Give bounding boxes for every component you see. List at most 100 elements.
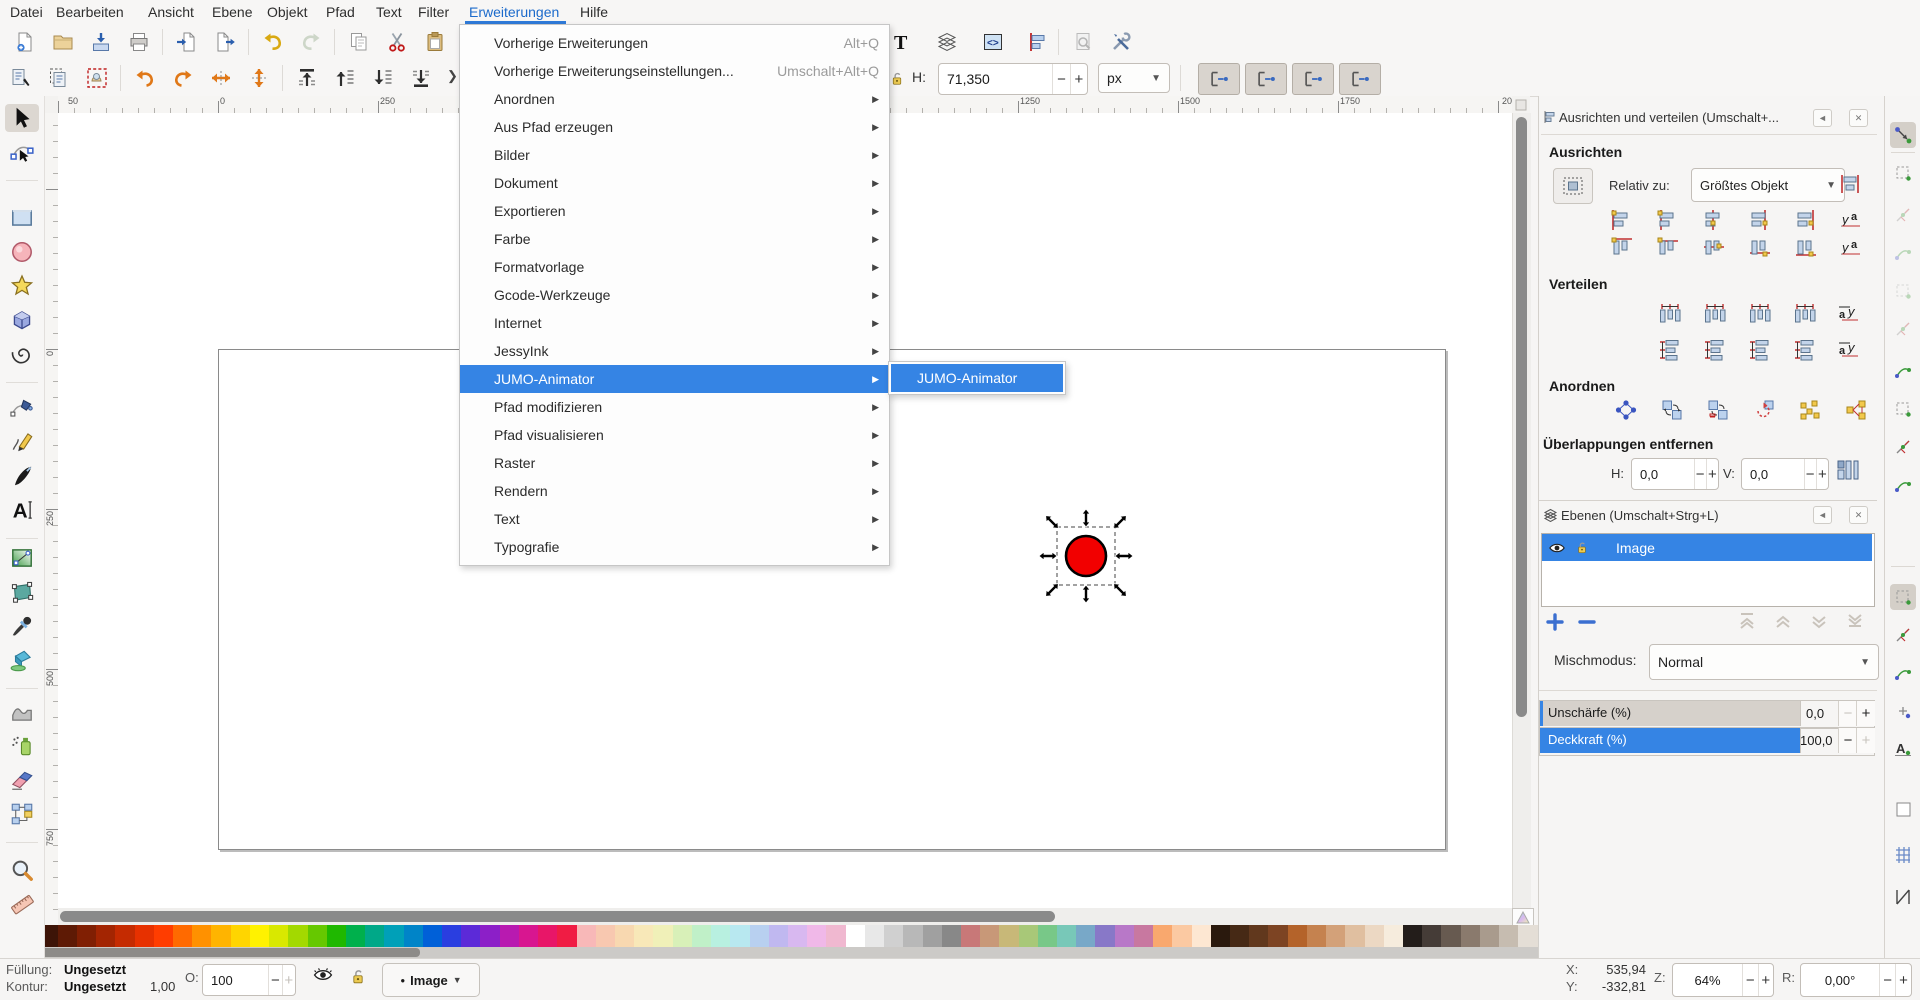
opacity-slider[interactable]: Deckkraft (%) [1540, 728, 1801, 753]
palette-swatch[interactable] [1038, 925, 1057, 947]
randomize-positions-button[interactable] [1797, 398, 1823, 422]
snap-cusp-nodes-icon[interactable] [1890, 472, 1916, 498]
align-text-anchor-horizontal-button[interactable]: ya [1839, 208, 1865, 232]
blur-value[interactable]: 0,0 [1806, 706, 1824, 721]
palette-swatch[interactable] [1288, 925, 1307, 947]
horizontal-scrollbar-thumb[interactable] [60, 911, 1055, 922]
graph-layout-button[interactable] [1613, 398, 1639, 422]
menu-item-formatvorlage[interactable]: Formatvorlage▶ [460, 253, 889, 281]
palette-swatch[interactable] [346, 925, 365, 947]
palette-swatch[interactable] [1441, 925, 1460, 947]
menu-item-vorherige-erweiterungen[interactable]: Vorherige ErweiterungenAlt+Q [460, 29, 889, 57]
tool-zoom[interactable] [8, 856, 36, 884]
menu-pfad[interactable]: Pfad [324, 0, 357, 24]
document-properties-button[interactable] [1068, 27, 1098, 57]
tool-rectangle[interactable] [8, 204, 36, 232]
palette-swatch[interactable] [269, 925, 288, 947]
raise-to-top-button[interactable] [292, 63, 322, 93]
cut-button[interactable] [382, 27, 412, 57]
palette-swatch[interactable] [884, 925, 903, 947]
opacity-plus-button[interactable]: + [282, 965, 295, 995]
palette-swatch[interactable] [980, 925, 999, 947]
palette-swatch[interactable] [173, 925, 192, 947]
menu-item-farbe[interactable]: Farbe▶ [460, 225, 889, 253]
palette-swatch[interactable] [442, 925, 461, 947]
palette-swatch[interactable] [231, 925, 250, 947]
palette-swatch[interactable] [769, 925, 788, 947]
layer-lock-icon[interactable] [348, 967, 368, 987]
align-bottom-edge-button[interactable] [1747, 236, 1773, 260]
import-button[interactable] [172, 27, 202, 57]
palette-swatch[interactable] [942, 925, 961, 947]
palette-swatch[interactable] [807, 925, 826, 947]
palette-swatch[interactable] [1422, 925, 1441, 947]
relative-to-dropdown[interactable]: Größtes Objekt▼ [1691, 168, 1845, 202]
snap-grids-icon[interactable] [1890, 840, 1916, 866]
folder-open-button[interactable] [48, 27, 78, 57]
palette-swatch[interactable] [365, 925, 384, 947]
snap-bounding-boxes-button[interactable] [1198, 63, 1240, 95]
tool-text[interactable]: A [8, 496, 36, 524]
distribute-gaps-vertical-button[interactable] [1792, 338, 1818, 362]
palette-swatch[interactable] [115, 925, 134, 947]
menu-item-jumo-animator[interactable]: JUMO-Animator▶ [460, 365, 889, 393]
palette-swatch[interactable] [923, 925, 942, 947]
fill-value[interactable]: Ungesetzt [64, 962, 126, 977]
text-dialog-button[interactable]: T [886, 27, 916, 57]
zoom-input[interactable] [1673, 964, 1742, 996]
palette-swatch[interactable] [961, 925, 980, 947]
tool-connector[interactable] [8, 800, 36, 828]
palette-swatch[interactable] [1345, 925, 1364, 947]
opacity-value[interactable]: 100,0 [1800, 733, 1833, 748]
palette-swatch[interactable] [1095, 925, 1114, 947]
palette-scrollbar-thumb[interactable] [0, 948, 420, 957]
palette-swatch[interactable] [1461, 925, 1480, 947]
palette-swatch[interactable] [1518, 925, 1537, 947]
palette-swatch[interactable] [538, 925, 557, 947]
blur-plus-button[interactable]: + [1856, 701, 1875, 726]
submenu-item-jumo-animator[interactable]: JUMO-Animator [891, 364, 1063, 392]
snap-path-intersections-icon[interactable] [1890, 434, 1916, 460]
palette-swatch[interactable] [1480, 925, 1499, 947]
undo-button[interactable] [258, 27, 288, 57]
tool-calligraphy[interactable] [8, 462, 36, 490]
opacity-input[interactable] [203, 965, 268, 995]
palette-swatch[interactable] [596, 925, 615, 947]
menu-item-aus-pfad-erzeugen[interactable]: Aus Pfad erzeugen▶ [460, 113, 889, 141]
menu-item-rendern[interactable]: Rendern▶ [460, 477, 889, 505]
menu-objekt[interactable]: Objekt [265, 0, 309, 24]
tool-dropper[interactable] [8, 612, 36, 640]
overlap-v-plus[interactable]: + [1816, 459, 1828, 489]
tool-node-editor[interactable] [8, 138, 36, 166]
align-top-outside-button[interactable] [1609, 236, 1635, 260]
palette-swatch[interactable] [384, 925, 403, 947]
snap-smooth-nodes-icon[interactable] [1890, 584, 1916, 610]
palette-swatch[interactable] [999, 925, 1018, 947]
overlap-v-input[interactable] [1742, 459, 1804, 489]
palette-swatch[interactable] [1115, 925, 1134, 947]
layer-visibility-eye-icon[interactable] [1548, 541, 1566, 555]
palette-swatch[interactable] [846, 925, 865, 947]
palette-swatch[interactable] [461, 925, 480, 947]
copy-button[interactable] [344, 27, 374, 57]
align-center-horizontal-button[interactable] [1701, 208, 1727, 232]
snap-bbox-edge-midpoints-icon[interactable] [1890, 278, 1916, 304]
height-plus-button[interactable]: + [1070, 64, 1087, 94]
distribute-gaps-horizontal-button[interactable] [1792, 302, 1818, 326]
align-text-anchor-vertical-button[interactable]: ya [1839, 236, 1865, 260]
palette-swatch[interactable] [500, 925, 519, 947]
align-right-outside-button[interactable] [1793, 208, 1819, 232]
overlap-h-plus[interactable]: + [1706, 459, 1718, 489]
opacity-minus-button[interactable]: − [1838, 728, 1857, 753]
palette-swatch[interactable] [615, 925, 634, 947]
snap-guides-icon[interactable] [1890, 884, 1916, 910]
palette-swatch[interactable] [634, 925, 653, 947]
tool-pencil[interactable] [8, 428, 36, 456]
palette-swatch[interactable] [58, 925, 77, 947]
document-new-button[interactable] [10, 27, 40, 57]
print-button[interactable] [124, 27, 154, 57]
tool-paint-bucket[interactable] [8, 646, 36, 674]
palette-swatch[interactable] [730, 925, 749, 947]
tool-spiral[interactable] [8, 340, 36, 368]
snap-bbox-centers-icon[interactable] [1890, 316, 1916, 342]
